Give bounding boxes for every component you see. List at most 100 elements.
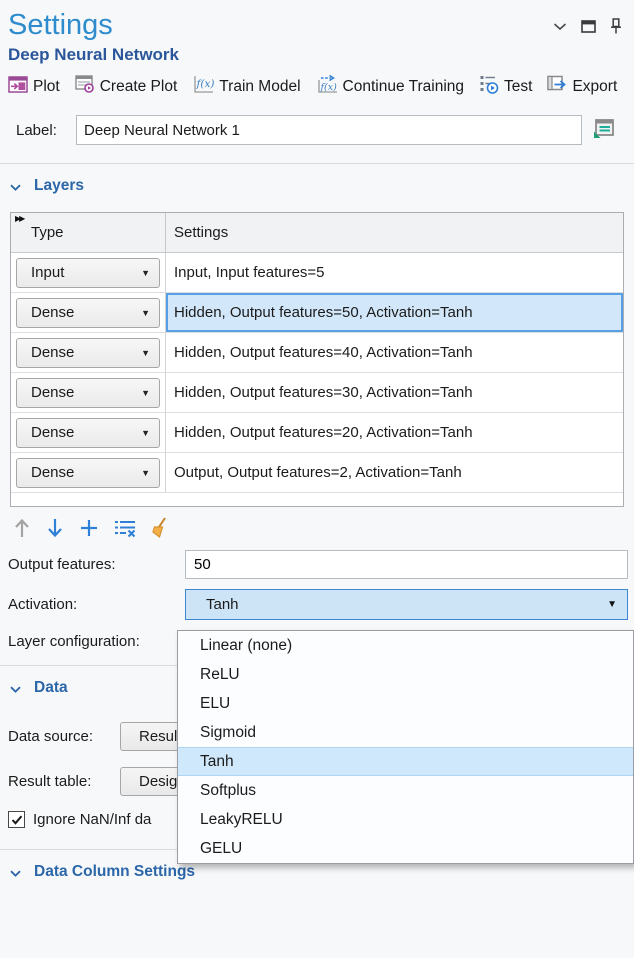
table-row-toolbar [0, 507, 634, 543]
output-features-label: Output features: [8, 556, 185, 573]
dropdown-option[interactable]: ReLU [178, 660, 633, 689]
layer-type-dropdown[interactable]: Dense ▼ [16, 298, 160, 328]
svg-text:f(x): f(x) [319, 82, 337, 93]
export-label: Export [572, 78, 617, 96]
continue-training-icon: f(x) [316, 75, 338, 99]
chevron-down-icon [10, 864, 21, 881]
layer-type-value: Dense [31, 464, 74, 481]
chevron-down-icon: ▼ [141, 428, 150, 438]
pin-icon[interactable] [610, 18, 622, 34]
output-features-row: Output features: [8, 550, 628, 579]
layer-type-value: Dense [31, 384, 74, 401]
chevron-down-icon [10, 178, 21, 195]
activation-combobox[interactable]: Tanh ▼ [185, 589, 628, 620]
test-label: Test [504, 78, 532, 96]
ignore-nan-label: Ignore NaN/Inf da [33, 811, 151, 828]
chevron-down-icon: ▼ [141, 348, 150, 358]
activation-label: Activation: [8, 596, 185, 613]
export-icon [547, 75, 567, 98]
chevron-down-icon [10, 680, 21, 697]
layer-type-dropdown[interactable]: Dense ▼ [16, 418, 160, 448]
delete-icon[interactable] [113, 517, 137, 539]
dropdown-option-selected[interactable]: Tanh [178, 747, 633, 776]
data-source-value: Resul [139, 728, 177, 745]
layer-settings-cell[interactable]: Hidden, Output features=40, Activation=T… [166, 333, 623, 372]
layer-type-value: Dense [31, 344, 74, 361]
chevron-down-icon: ▼ [141, 268, 150, 278]
chevron-down-icon: ▼ [141, 468, 150, 478]
move-up-icon[interactable] [12, 517, 32, 539]
create-plot-button[interactable]: Create Plot [75, 75, 178, 98]
ignore-nan-checkbox[interactable] [8, 811, 25, 828]
layers-section-header[interactable]: Layers [0, 164, 634, 204]
layer-settings-cell[interactable]: Output, Output features=2, Activation=Ta… [166, 453, 623, 492]
layers-table-header: ▶▶ Type Settings [11, 213, 623, 253]
table-row: Dense ▼ Hidden, Output features=40, Acti… [11, 333, 623, 373]
continue-training-button[interactable]: f(x) Continue Training [316, 75, 465, 99]
layer-type-dropdown[interactable]: Dense ▼ [16, 338, 160, 368]
layer-settings-cell[interactable]: Hidden, Output features=50, Activation=T… [166, 293, 623, 332]
table-empty-area [11, 493, 623, 506]
node-type-subtitle: Deep Neural Network [8, 45, 626, 65]
layer-settings-cell[interactable]: Hidden, Output features=30, Activation=T… [166, 373, 623, 412]
export-button[interactable]: Export [547, 75, 617, 98]
layer-type-dropdown[interactable]: Dense ▼ [16, 458, 160, 488]
activation-row: Activation: Tanh ▼ [8, 589, 628, 620]
table-row: Dense ▼ Hidden, Output features=30, Acti… [11, 373, 623, 413]
layers-table: ▶▶ Type Settings Input ▼ Input, Input fe… [10, 212, 624, 507]
panel-title: Settings [8, 6, 113, 44]
layer-type-dropdown[interactable]: Dense ▼ [16, 378, 160, 408]
label-input[interactable] [76, 115, 582, 145]
create-plot-label: Create Plot [100, 78, 178, 96]
settings-panel-header: Settings Deep Neural Network Plot Creat [0, 0, 634, 145]
label-field-caption: Label: [16, 122, 76, 139]
dropdown-option[interactable]: ELU [178, 689, 633, 718]
data-column-settings-title: Data Column Settings [34, 863, 195, 881]
expand-columns-icon[interactable]: ▶▶ [15, 214, 23, 223]
action-toolbar: Plot Create Plot f(x) Train Model f(x) C… [8, 74, 618, 99]
rename-node-button[interactable] [588, 115, 620, 145]
activation-value: Tanh [186, 596, 239, 613]
continue-training-label: Continue Training [343, 78, 465, 96]
test-button[interactable]: Test [479, 74, 532, 99]
layer-type-value: Dense [31, 424, 74, 441]
table-row: Input ▼ Input, Input features=5 [11, 253, 623, 293]
layer-type-value: Input [31, 264, 64, 281]
create-plot-icon [75, 75, 95, 98]
svg-text:f(x): f(x) [196, 78, 215, 90]
layer-settings-cell[interactable]: Input, Input features=5 [166, 253, 623, 292]
train-model-button[interactable]: f(x) Train Model [192, 75, 300, 99]
output-features-input[interactable] [185, 550, 628, 579]
data-source-label: Data source: [8, 728, 120, 745]
train-model-label: Train Model [219, 78, 300, 96]
result-table-label: Result table: [8, 773, 120, 790]
layer-settings-cell[interactable]: Hidden, Output features=20, Activation=T… [166, 413, 623, 452]
dropdown-option[interactable]: Softplus [178, 776, 633, 805]
chevron-down-icon[interactable] [553, 22, 567, 31]
data-section-title: Data [34, 679, 68, 697]
chevron-down-icon: ▼ [141, 388, 150, 398]
dropdown-option[interactable]: Sigmoid [178, 718, 633, 747]
chevron-down-icon: ▼ [607, 599, 617, 610]
activation-wrap: Activation: Tanh ▼ Layer configuration: … [0, 589, 634, 650]
layer-type-value: Dense [31, 304, 74, 321]
add-icon[interactable] [78, 517, 100, 539]
move-down-icon[interactable] [45, 517, 65, 539]
table-row: Dense ▼ Hidden, Output features=20, Acti… [11, 413, 623, 453]
clear-table-icon[interactable] [150, 516, 170, 539]
plot-button[interactable]: Plot [8, 76, 60, 98]
table-row-selected: Dense ▼ Hidden, Output features=50, Acti… [11, 293, 623, 333]
activation-dropdown-list: Linear (none) ReLU ELU Sigmoid Tanh Soft… [177, 630, 634, 864]
result-table-value: Desig [139, 773, 177, 790]
float-window-icon[interactable] [581, 20, 596, 33]
train-model-icon: f(x) [192, 75, 214, 99]
layer-configuration-label: Layer configuration: [8, 633, 185, 650]
chevron-down-icon: ▼ [141, 308, 150, 318]
column-header-settings: Settings [174, 224, 228, 241]
column-header-type: Type [31, 224, 64, 241]
layer-type-dropdown[interactable]: Input ▼ [16, 258, 160, 288]
table-row: Dense ▼ Output, Output features=2, Activ… [11, 453, 623, 493]
dropdown-option[interactable]: GELU [178, 834, 633, 863]
dropdown-option[interactable]: Linear (none) [178, 631, 633, 660]
dropdown-option[interactable]: LeakyRELU [178, 805, 633, 834]
